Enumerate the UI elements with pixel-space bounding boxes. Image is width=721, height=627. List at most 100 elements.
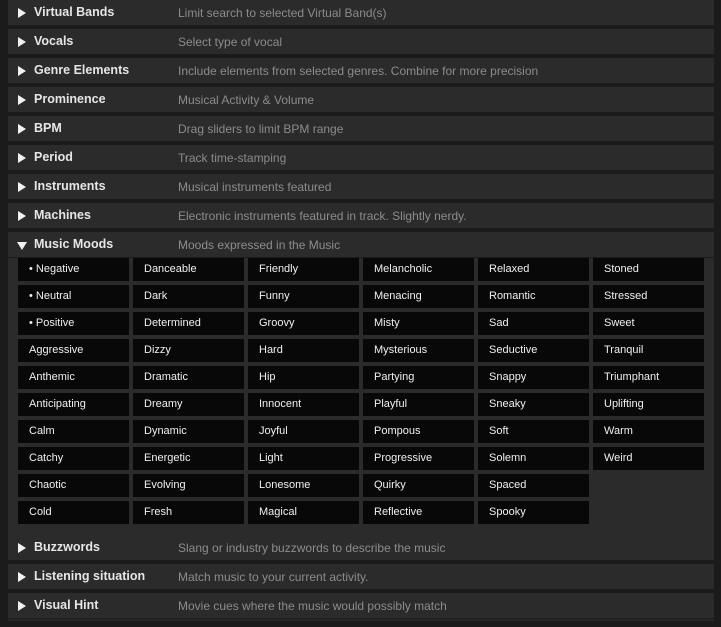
section-period[interactable]: Period Track time-stamping	[8, 145, 714, 171]
mood-tag[interactable]: • Negative	[18, 258, 129, 281]
section-description: Include elements from selected genres. C…	[178, 64, 539, 78]
mood-tag[interactable]: Reflective	[363, 501, 474, 524]
expand-arrow-icon	[18, 153, 26, 163]
mood-tag[interactable]: Dreamy	[133, 393, 244, 416]
section-description: Select type of vocal	[178, 35, 283, 49]
section-description: Drag sliders to limit BPM range	[178, 122, 344, 136]
mood-tag[interactable]: Lonesome	[248, 474, 359, 497]
section-description: Musical instruments featured	[178, 180, 332, 194]
mood-tag[interactable]: Anticipating	[18, 393, 129, 416]
expand-arrow-icon	[18, 601, 26, 611]
mood-tag[interactable]: Fresh	[133, 501, 244, 524]
section-title: Buzzwords	[34, 540, 100, 554]
mood-tag[interactable]: • Positive	[18, 312, 129, 335]
mood-tag[interactable]: Groovy	[248, 312, 359, 335]
section-title: Music Moods	[34, 237, 114, 251]
mood-tag[interactable]: Determined	[133, 312, 244, 335]
mood-tag[interactable]: Light	[248, 447, 359, 470]
section-title: Visual Hint	[34, 598, 99, 612]
mood-tag[interactable]: Catchy	[18, 447, 129, 470]
mood-tag[interactable]: Friendly	[248, 258, 359, 281]
section-vocals[interactable]: Vocals Select type of vocal	[8, 29, 714, 55]
mood-tag[interactable]: Dizzy	[133, 339, 244, 362]
mood-tag[interactable]: Cold	[18, 501, 129, 524]
section-virtual-bands[interactable]: Virtual Bands Limit search to selected V…	[8, 0, 714, 26]
mood-tag[interactable]: Energetic	[133, 447, 244, 470]
mood-tag[interactable]: Hard	[248, 339, 359, 362]
section-description: Electronic instruments featured in track…	[178, 209, 467, 223]
mood-tag[interactable]: Weird	[593, 447, 704, 470]
mood-tag[interactable]: Sweet	[593, 312, 704, 335]
mood-tag[interactable]: Joyful	[248, 420, 359, 443]
section-title: Instruments	[34, 179, 106, 193]
mood-tag[interactable]: Chaotic	[18, 474, 129, 497]
section-genre-elements[interactable]: Genre Elements Include elements from sel…	[8, 58, 714, 84]
section-bpm[interactable]: BPM Drag sliders to limit BPM range	[8, 116, 714, 142]
mood-tag[interactable]: Menacing	[363, 285, 474, 308]
mood-tag[interactable]: • Neutral	[18, 285, 129, 308]
mood-tag[interactable]: Funny	[248, 285, 359, 308]
expand-arrow-icon	[18, 8, 26, 18]
mood-tag[interactable]: Misty	[363, 312, 474, 335]
mood-tag[interactable]: Innocent	[248, 393, 359, 416]
section-music-moods[interactable]: Music Moods Moods expressed in the Music	[8, 232, 714, 258]
mood-tag[interactable]: Spaced	[478, 474, 589, 497]
section-description: Musical Activity & Volume	[178, 93, 315, 107]
mood-tag[interactable]: Relaxed	[478, 258, 589, 281]
section-description: Movie cues where the music would possibl…	[178, 599, 447, 613]
mood-tag[interactable]: Spooky	[478, 501, 589, 524]
mood-tag[interactable]: Partying	[363, 366, 474, 389]
mood-tag[interactable]: Sad	[478, 312, 589, 335]
collapse-arrow-icon	[17, 242, 27, 250]
mood-tag[interactable]: Magical	[248, 501, 359, 524]
section-listening-situation[interactable]: Listening situation Match music to your …	[8, 564, 714, 590]
mood-tag[interactable]: Tranquil	[593, 339, 704, 362]
mood-tag[interactable]: Dynamic	[133, 420, 244, 443]
mood-tag[interactable]: Mysterious	[363, 339, 474, 362]
mood-tag[interactable]: Stoned	[593, 258, 704, 281]
mood-tag[interactable]: Romantic	[478, 285, 589, 308]
section-instruments[interactable]: Instruments Musical instruments featured	[8, 174, 714, 200]
section-description: Track time-stamping	[178, 151, 287, 165]
mood-tag[interactable]: Solemn	[478, 447, 589, 470]
expand-arrow-icon	[18, 543, 26, 553]
mood-tag[interactable]: Sneaky	[478, 393, 589, 416]
section-buzzwords[interactable]: Buzzwords Slang or industry buzzwords to…	[8, 535, 714, 561]
mood-tag[interactable]: Anthemic	[18, 366, 129, 389]
expand-arrow-icon	[18, 37, 26, 47]
mood-tag[interactable]: Snappy	[478, 366, 589, 389]
mood-tag[interactable]: Progressive	[363, 447, 474, 470]
divider	[8, 619, 714, 621]
mood-tag[interactable]: Aggressive	[18, 339, 129, 362]
section-description: Slang or industry buzzwords to describe …	[178, 541, 446, 555]
section-description: Moods expressed in the Music	[178, 238, 341, 252]
section-description: Match music to your current activity.	[178, 570, 369, 584]
section-title: Machines	[34, 208, 91, 222]
section-title: Prominence	[34, 92, 106, 106]
section-title: Period	[34, 150, 73, 164]
mood-tag[interactable]: Melancholic	[363, 258, 474, 281]
expand-arrow-icon	[18, 572, 26, 582]
mood-tag[interactable]: Evolving	[133, 474, 244, 497]
mood-tag[interactable]: Uplifting	[593, 393, 704, 416]
mood-tag[interactable]: Danceable	[133, 258, 244, 281]
mood-tag[interactable]: Stressed	[593, 285, 704, 308]
mood-tag[interactable]: Triumphant	[593, 366, 704, 389]
mood-tag[interactable]: Dramatic	[133, 366, 244, 389]
section-title: Genre Elements	[34, 63, 130, 77]
section-title: Vocals	[34, 34, 74, 48]
mood-tag[interactable]: Soft	[478, 420, 589, 443]
section-visual-hint[interactable]: Visual Hint Movie cues where the music w…	[8, 593, 714, 619]
expand-arrow-icon	[18, 95, 26, 105]
section-prominence[interactable]: Prominence Musical Activity & Volume	[8, 87, 714, 113]
mood-tag[interactable]: Hip	[248, 366, 359, 389]
mood-tag[interactable]: Dark	[133, 285, 244, 308]
section-title: Listening situation	[34, 569, 146, 583]
mood-tag[interactable]: Quirky	[363, 474, 474, 497]
mood-tag[interactable]: Calm	[18, 420, 129, 443]
section-machines[interactable]: Machines Electronic instruments featured…	[8, 203, 714, 229]
mood-tag[interactable]: Playful	[363, 393, 474, 416]
mood-tag[interactable]: Warm	[593, 420, 704, 443]
mood-tag[interactable]: Pompous	[363, 420, 474, 443]
mood-tag[interactable]: Seductive	[478, 339, 589, 362]
